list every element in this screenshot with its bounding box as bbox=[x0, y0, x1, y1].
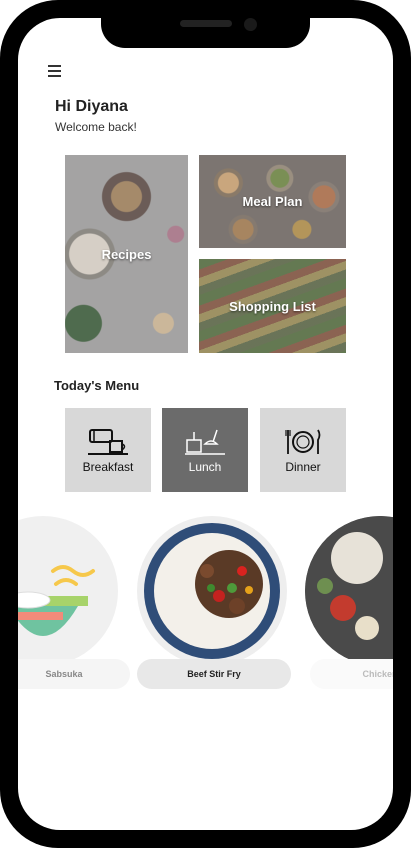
shopping-list-label: Shopping List bbox=[229, 298, 316, 314]
camera bbox=[244, 18, 257, 31]
todays-menu-title: Today's Menu bbox=[54, 378, 140, 393]
welcome-subtitle: Welcome back! bbox=[55, 120, 137, 134]
lunch-card[interactable]: Lunch bbox=[162, 408, 248, 492]
speaker bbox=[180, 20, 232, 27]
sabsuka-name: Sabsuka bbox=[18, 659, 130, 689]
breakfast-label: Breakfast bbox=[82, 460, 134, 474]
greeting-title: Hi Diyana bbox=[55, 98, 128, 115]
lunch-label: Lunch bbox=[188, 460, 222, 474]
meal-plan-label: Meal Plan bbox=[242, 194, 303, 209]
lunch-icon bbox=[185, 429, 225, 455]
beef-stir-fry-photo bbox=[137, 516, 287, 666]
app-screen: Hi Diyana Welcome back! Recipes Meal Pla… bbox=[18, 18, 393, 830]
hamburger-menu-icon[interactable] bbox=[48, 65, 61, 77]
recipes-label: Recipes bbox=[101, 246, 152, 262]
dinner-icon bbox=[285, 429, 321, 454]
breakfast-card[interactable]: Breakfast bbox=[65, 408, 151, 492]
recipes-tile[interactable]: Recipes bbox=[65, 155, 188, 353]
beef-stir-fry-name: Beef Stir Fry bbox=[137, 659, 291, 689]
shopping-list-tile[interactable]: Shopping List bbox=[199, 259, 346, 353]
dinner-card[interactable]: Dinner bbox=[260, 408, 346, 492]
chicken-name: Chicken bbox=[310, 659, 393, 689]
breakfast-icon bbox=[88, 429, 128, 455]
dinner-label: Dinner bbox=[285, 460, 321, 474]
phone-frame: Hi Diyana Welcome back! Recipes Meal Pla… bbox=[0, 0, 411, 848]
meal-plan-tile[interactable]: Meal Plan bbox=[199, 155, 346, 248]
chicken-photo bbox=[305, 516, 393, 666]
sabsuka-illustration bbox=[18, 516, 118, 666]
